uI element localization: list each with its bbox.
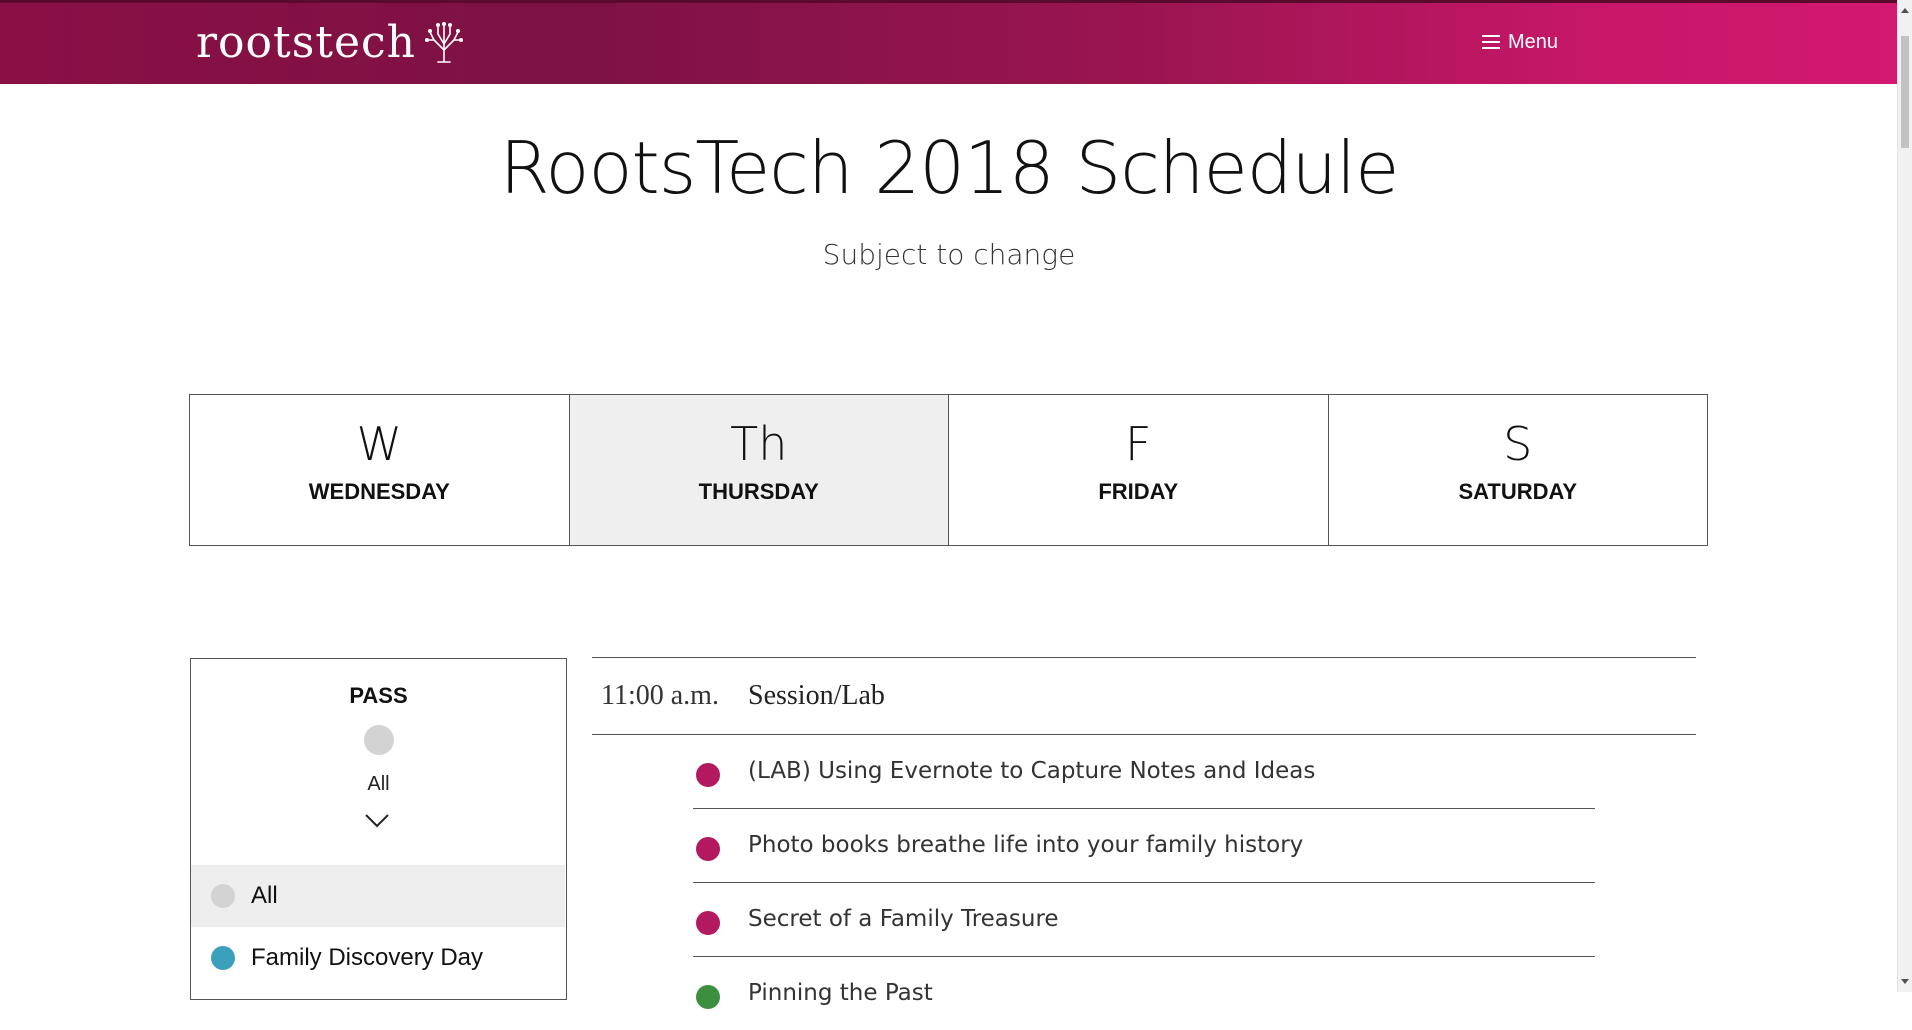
tab-saturday[interactable]: S SATURDAY [1327, 394, 1708, 546]
session-pass-dot-icon [696, 763, 720, 787]
hamburger-icon [1482, 35, 1500, 49]
scrollbar-thumb[interactable] [1901, 36, 1909, 148]
pass-dot-icon [211, 946, 235, 970]
day-label: FRIDAY [1098, 479, 1179, 504]
filter-option-label: All [251, 882, 278, 909]
menu-button[interactable]: Menu [1482, 28, 1558, 56]
selected-pass-label: All [367, 773, 390, 795]
day-tabs: W WEDNESDAY Th THURSDAY F FRIDAY S SATUR… [189, 394, 1708, 546]
page-subtitle: Subject to change [822, 238, 1076, 271]
filter-option-family-discovery-day[interactable]: Family Discovery Day [191, 927, 565, 989]
tab-wednesday[interactable]: W WEDNESDAY [189, 394, 570, 546]
scroll-up-arrow-icon[interactable] [1901, 8, 1909, 13]
rootstech-logo[interactable]: rootstech [196, 14, 464, 70]
session-title: Photo books breathe life into your famil… [748, 832, 1304, 858]
session-title: (LAB) Using Evernote to Capture Notes an… [748, 758, 1316, 784]
chevron-down-icon[interactable] [362, 809, 392, 831]
logo-text: rootstech [196, 16, 416, 68]
session-item[interactable]: Secret of a Family Treasure [693, 882, 1595, 957]
time-slot-category: Session/Lab [748, 680, 885, 711]
filter-heading: PASS [349, 683, 408, 708]
session-title: Pinning the Past [748, 980, 933, 1006]
time-slot-header: 11:00 a.m. Session/Lab [592, 657, 1696, 735]
session-pass-dot-icon [696, 985, 720, 1009]
day-abbr: F [1125, 417, 1152, 471]
time-slot-time: 11:00 a.m. [601, 680, 719, 711]
page-scrollbar[interactable] [1897, 0, 1912, 992]
session-item[interactable]: Pinning the Past [693, 956, 1595, 1030]
page-title: RootsTech 2018 Schedule [499, 126, 1400, 210]
day-abbr: S [1503, 417, 1533, 471]
tab-thursday[interactable]: Th THURSDAY [568, 394, 949, 546]
session-item[interactable]: (LAB) Using Evernote to Capture Notes an… [693, 734, 1595, 809]
menu-label: Menu [1508, 30, 1559, 53]
filter-option-all[interactable]: All [191, 865, 565, 927]
scroll-down-arrow-icon[interactable] [1901, 979, 1909, 984]
filter-option-label: Family Discovery Day [251, 944, 484, 971]
session-item[interactable]: Photo books breathe life into your famil… [693, 808, 1595, 883]
tab-friday[interactable]: F FRIDAY [948, 394, 1329, 546]
day-label: SATURDAY [1458, 479, 1578, 504]
pass-filter-panel: PASS All All Family Discovery Day [190, 658, 567, 1000]
day-abbr: W [356, 417, 402, 471]
session-pass-dot-icon [696, 837, 720, 861]
session-title: Secret of a Family Treasure [748, 906, 1059, 932]
day-label: THURSDAY [698, 479, 819, 504]
site-header: rootstech Menu [0, 0, 1898, 84]
header-edge [0, 0, 1898, 3]
day-abbr: Th [730, 417, 788, 471]
pass-dot-icon [211, 884, 235, 908]
session-pass-dot-icon [696, 911, 720, 935]
tree-logo-icon [424, 22, 463, 63]
selected-pass-dot-icon [364, 725, 394, 755]
day-label: WEDNESDAY [308, 479, 450, 504]
